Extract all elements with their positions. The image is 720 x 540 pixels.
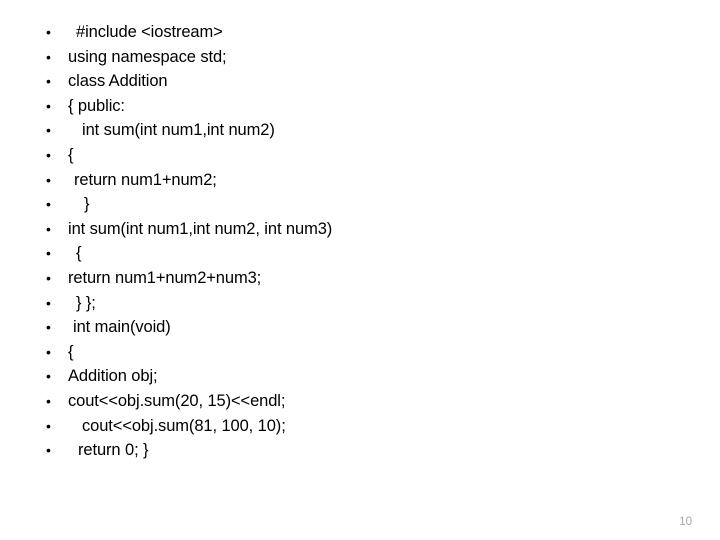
code-line-text: {	[68, 145, 74, 164]
list-item: • int sum(int num1,int num2)	[46, 118, 686, 143]
code-line-text: } };	[76, 293, 96, 312]
bullet-point-icon: •	[46, 442, 51, 459]
code-line-text: #include <iostream>	[76, 23, 223, 41]
list-item: • Addition obj;	[46, 364, 686, 389]
code-line-text: }	[84, 195, 90, 214]
code-line-text: int main(void)	[73, 318, 171, 337]
bullet-point-icon: •	[46, 245, 51, 262]
bullet-point-icon: •	[46, 417, 51, 434]
bullet-point-icon: •	[46, 343, 51, 360]
list-item: • using namespace std;	[46, 45, 686, 70]
bullet-point-icon: •	[46, 122, 51, 139]
list-item: • class Addition	[46, 69, 686, 94]
list-item: • { public:	[46, 94, 686, 119]
bullet-point-icon: •	[46, 368, 51, 385]
bullet-point-icon: •	[46, 392, 51, 409]
code-line-text: return 0; }	[78, 441, 149, 460]
code-line-text: { public:	[68, 96, 125, 115]
code-line-text: using namespace std;	[68, 47, 227, 66]
list-item: •}	[46, 192, 686, 217]
bullet-point-icon: •	[46, 146, 51, 163]
list-item: •{	[46, 143, 686, 168]
list-item: • cout<<obj.sum(81, 100, 10);	[46, 414, 686, 439]
bullet-point-icon: •	[46, 48, 51, 65]
code-line-text: cout<<obj.sum(20, 15)<<endl;	[68, 391, 286, 410]
bullet-point-icon: •	[46, 319, 51, 336]
code-line-text: {	[76, 244, 82, 263]
bullet-point-icon: •	[46, 97, 51, 114]
slide-canvas: • #include <iostream> • using namespace std…	[0, 0, 720, 540]
list-item: •{	[46, 241, 686, 266]
list-item: • int sum(int num1,int num2, int num3)	[46, 217, 686, 242]
list-item: • return 0; }	[46, 438, 686, 463]
bullet-point-icon: •	[46, 73, 51, 90]
code-line-text: int sum(int num1,int num2)	[82, 121, 275, 140]
code-line-text: cout<<obj.sum(81, 100, 10);	[82, 416, 286, 435]
bullet-point-icon: •	[46, 294, 51, 311]
code-line-text: return num1+num2+num3;	[68, 268, 262, 287]
code-line-text: return num1+num2;	[74, 170, 217, 189]
bullet-point-icon: •	[46, 24, 51, 40]
list-item: •{	[46, 340, 686, 365]
list-item: • #include <iostream>	[46, 20, 686, 45]
list-item: • cout<<obj.sum(20, 15)<<endl;	[46, 389, 686, 414]
code-line-text: {	[68, 342, 74, 361]
list-item: • return num1+num2;	[46, 168, 686, 193]
bullet-point-icon: •	[46, 196, 51, 213]
bullet-point-icon: •	[46, 220, 51, 237]
page-number: 10	[679, 516, 692, 528]
list-item: • } };	[46, 291, 686, 316]
code-line-text: Addition obj;	[68, 367, 158, 386]
code-bullet-list: • #include <iostream> • using namespace std…	[46, 20, 686, 463]
list-item: • return num1+num2+num3;	[46, 266, 686, 291]
code-line-text: int sum(int num1,int num2, int num3)	[68, 219, 333, 238]
list-item: • int main(void)	[46, 315, 686, 340]
bullet-point-icon: •	[46, 171, 51, 188]
code-line-text: class Addition	[68, 72, 168, 91]
bullet-point-icon: •	[46, 269, 51, 286]
